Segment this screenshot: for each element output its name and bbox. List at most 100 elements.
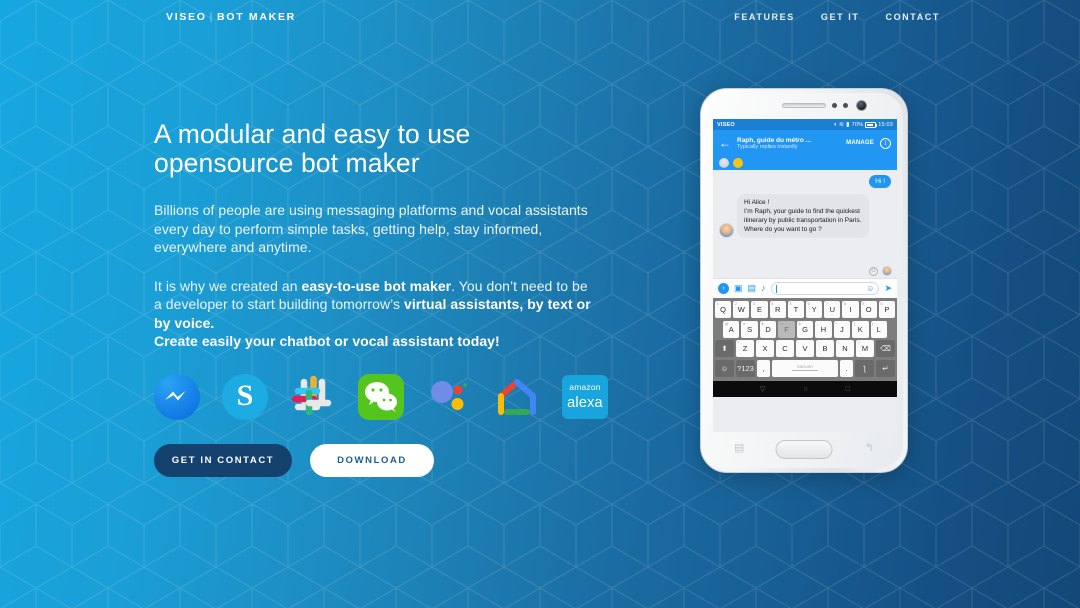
key-b[interactable]: ; B: [816, 340, 834, 357]
key-l[interactable]: ) L: [870, 320, 887, 338]
alexa-label: alexa: [567, 394, 603, 411]
nav-home-icon[interactable]: ○: [803, 386, 807, 393]
key-n[interactable]: ! N: [836, 340, 854, 357]
message-reaction-row: ☺: [869, 266, 892, 276]
slack-icon[interactable]: [290, 374, 336, 420]
logo-primary: VISEO: [166, 11, 207, 23]
backspace-key[interactable]: ⌫: [876, 340, 895, 357]
nav-item-contact[interactable]: CONTACT: [885, 12, 940, 22]
download-button[interactable]: DOWNLOAD: [310, 443, 434, 477]
key-i[interactable]: 8I: [842, 301, 859, 318]
platform-icon-row: S amazon alexa: [154, 373, 608, 421]
key-e[interactable]: 3E: [751, 301, 768, 318]
phone-mockup: VISEO ◑ ≋ ▮ 70% 15:03 ← Raph, guide du m…: [700, 88, 908, 473]
google-home-house-glyph: [498, 378, 536, 415]
emoji-picker-icon[interactable]: ☺: [866, 284, 874, 293]
keyboard-row-1: 1Q 2W 3E 4R 5T 6Y 7U 8I 9O 0P: [714, 301, 896, 318]
capacitive-menu-icon[interactable]: ▤: [734, 441, 744, 454]
key-v[interactable]: :V: [796, 340, 814, 357]
key-r[interactable]: 4R: [769, 301, 786, 318]
more-actions-icon[interactable]: ›: [718, 283, 729, 294]
key-g[interactable]: & G: [796, 320, 814, 338]
site-header: VISEO | BOT MAKER FEATURES GET IT CONTACT: [0, 0, 1080, 34]
google-home-icon[interactable]: [494, 374, 540, 420]
keyboard-row-4: ☺ ?123 , ENGLISH . ƪ ↵: [715, 359, 895, 377]
chat-title: Raph, guide du métro ...: [737, 136, 812, 144]
add-reaction-icon[interactable]: ☺: [869, 266, 878, 276]
hero-content: A modular and easy to use opensource bot…: [154, 120, 608, 477]
messenger-icon[interactable]: [154, 373, 200, 420]
google-assistant-icon[interactable]: [426, 374, 472, 420]
comma-key[interactable]: ,: [757, 359, 770, 377]
send-icon[interactable]: ➤: [884, 284, 892, 293]
proximity-sensor-icon: [832, 103, 837, 108]
emoji-key[interactable]: ☺: [715, 359, 734, 377]
hero-paragraph-1: Billions of people are using messaging p…: [154, 202, 588, 255]
wechat-bubbles-glyph: [365, 381, 397, 412]
signal-icon: ▮: [846, 122, 850, 128]
amazon-alexa-icon[interactable]: amazon alexa: [562, 374, 608, 419]
carrier-label: VISEO: [717, 121, 735, 128]
hero-headline: A modular and easy to use opensource bot…: [154, 120, 594, 178]
brand-logo[interactable]: VISEO | BOT MAKER: [166, 11, 296, 23]
key-y[interactable]: 6Y: [806, 301, 823, 318]
voice-input-key[interactable]: ƪ: [855, 359, 874, 377]
front-camera-icon: [856, 100, 867, 111]
wechat-icon[interactable]: [358, 373, 404, 420]
nav-item-get-it[interactable]: GET IT: [821, 12, 860, 22]
space-key[interactable]: ENGLISH: [772, 359, 838, 377]
key-j[interactable]: + J: [833, 320, 851, 338]
key-z[interactable]: * Z: [736, 340, 754, 357]
slack-hash-glyph: [291, 375, 332, 415]
symbols-key[interactable]: ?123: [736, 359, 755, 377]
capacitive-back-icon[interactable]: ↰: [865, 441, 874, 454]
key-d[interactable]: $ D: [759, 320, 777, 338]
quick-reaction-bar: [713, 156, 897, 170]
nav-item-features[interactable]: FEATURES: [734, 12, 795, 22]
cta-button-row: GET IN CONTACT DOWNLOAD: [154, 443, 594, 477]
key-k[interactable]: (K: [852, 320, 869, 338]
nav-recents-icon[interactable]: □: [846, 386, 850, 393]
key-h[interactable]: -H: [815, 320, 832, 338]
message-input-field[interactable]: ☺: [770, 282, 880, 295]
avatar-thumb-icon[interactable]: [719, 158, 729, 168]
android-status-bar: VISEO ◑ ≋ ▮ 70% 15:03: [713, 119, 897, 130]
earpiece-speaker: [782, 103, 826, 108]
manage-button[interactable]: MANAGE: [846, 140, 874, 146]
key-a[interactable]: @ A: [723, 320, 740, 338]
get-in-contact-button[interactable]: GET IN CONTACT: [154, 443, 292, 477]
gallery-icon[interactable]: ▤: [748, 284, 757, 293]
camera-icon[interactable]: ▣: [734, 284, 743, 293]
key-w[interactable]: 2W: [733, 301, 750, 318]
physical-home-button[interactable]: [775, 440, 833, 459]
battery-percent-label: 70%: [851, 121, 864, 128]
chat-message-list: Hi ! Hi Alice ! I’m Raph, your guide to …: [713, 170, 897, 278]
microphone-icon[interactable]: ♪: [761, 284, 766, 293]
messenger-bolt-glyph: [165, 390, 186, 400]
key-u[interactable]: 7U: [824, 301, 841, 318]
key-s[interactable]: # S: [741, 320, 758, 338]
skype-icon[interactable]: S: [222, 373, 268, 420]
key-f[interactable]: % F: [778, 320, 795, 338]
emoji-reaction-icon[interactable]: [733, 158, 743, 168]
keyboard-row-3: ⬆ * Z " X ' C :V ; B ! N ? M ⌫: [715, 340, 895, 357]
chat-subtitle: Typically replies instantly: [737, 143, 798, 150]
key-p[interactable]: 0P: [878, 301, 896, 318]
nav-back-icon[interactable]: ▽: [760, 385, 765, 393]
shift-key[interactable]: ⬆: [715, 340, 734, 357]
enter-key[interactable]: ↵: [876, 359, 895, 377]
alexa-amazon-label: amazon: [569, 382, 601, 392]
key-x[interactable]: " X: [756, 340, 774, 357]
battery-icon: [865, 121, 878, 128]
key-t[interactable]: 5T: [787, 301, 804, 318]
period-key[interactable]: .: [840, 359, 853, 377]
phone-screen: VISEO ◑ ≋ ▮ 70% 15:03 ← Raph, guide du m…: [713, 119, 897, 432]
key-m[interactable]: ? M: [856, 340, 874, 357]
para2-text-1: It is why we created an: [154, 277, 302, 294]
key-o[interactable]: 9O: [860, 301, 877, 318]
clock-label: 15:03: [878, 121, 893, 128]
key-q[interactable]: 1Q: [714, 301, 732, 318]
key-c[interactable]: ' C: [776, 340, 794, 357]
info-icon[interactable]: i: [880, 137, 891, 149]
back-arrow-icon[interactable]: ←: [719, 137, 731, 149]
